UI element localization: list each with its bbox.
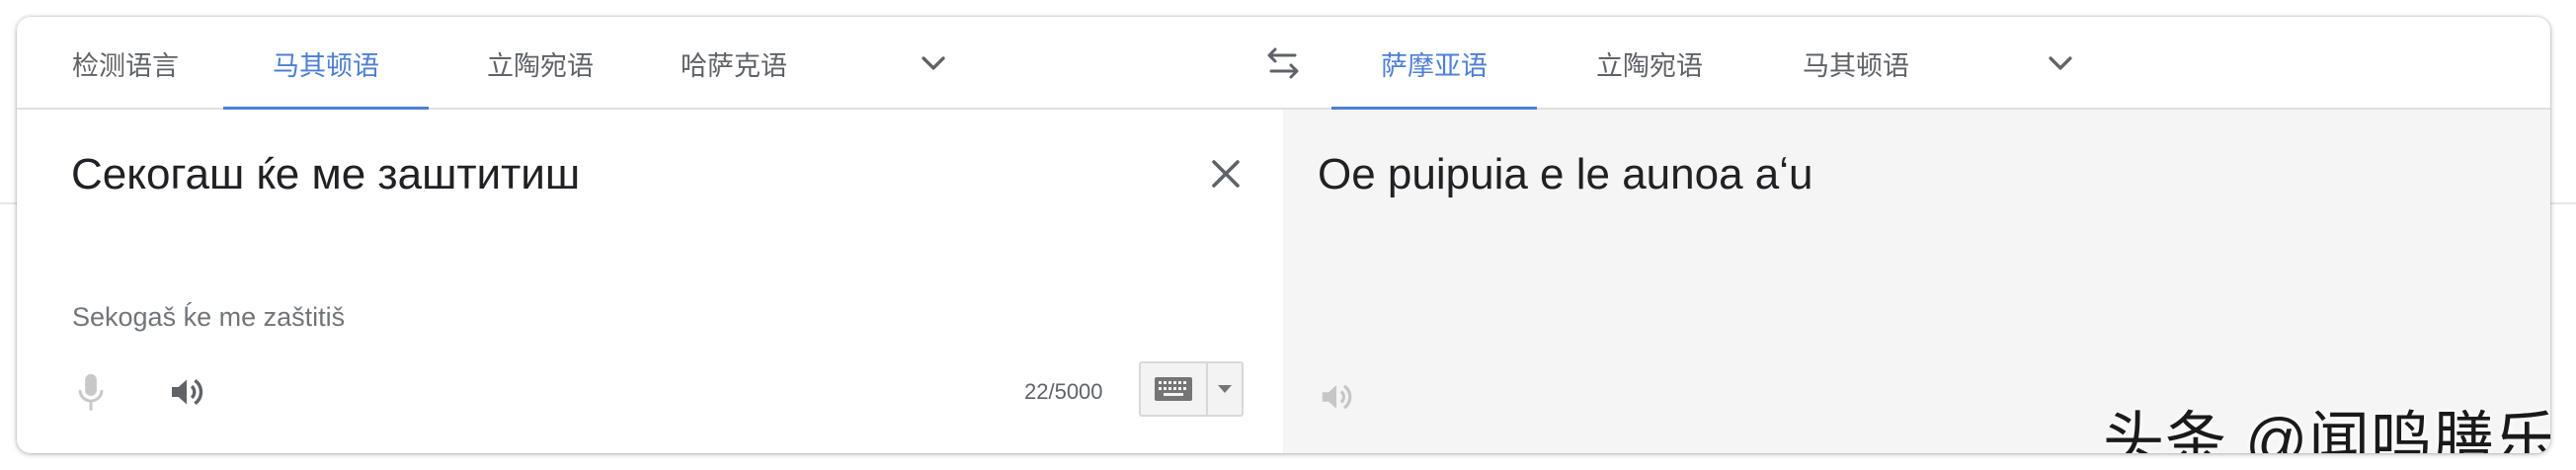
dropdown-arrow-icon — [1218, 385, 1232, 393]
watermark: 头条 @闻鸣膳乐 — [2103, 407, 2550, 453]
speaker-icon[interactable] — [165, 372, 208, 412]
microphone-icon — [78, 373, 104, 411]
close-icon[interactable] — [1208, 156, 1244, 192]
tab-target-lithuanian[interactable]: 立陶宛语 — [1561, 17, 1738, 110]
keyboard-icon-wrap — [1141, 363, 1208, 415]
source-transliteration: Sekogaš ḱe me zaštitiš — [72, 302, 346, 332]
keyboard-button[interactable] — [1139, 361, 1244, 417]
keyboard-icon — [1155, 377, 1192, 401]
source-pane: Секогаш ќе ме заштитиш Sekogaš ḱe me zaš… — [17, 110, 1283, 453]
tab-source-lithuanian[interactable]: 立陶宛语 — [451, 17, 629, 110]
tab-source-kazakh[interactable]: 哈萨克语 — [645, 17, 823, 110]
language-tab-bar: 检测语言 马其顿语 立陶宛语 哈萨克语 萨摩亚语 立陶宛语 马其顿语 — [17, 17, 2550, 112]
translate-card: 检测语言 马其顿语 立陶宛语 哈萨克语 萨摩亚语 立陶宛语 马其顿语 Секог… — [17, 17, 2550, 453]
translation-output: Oe puipuia e le aunoa aʻu — [1318, 150, 1813, 198]
tab-target-samoan[interactable]: 萨摩亚语 — [1331, 17, 1537, 112]
tab-source-macedonian[interactable]: 马其顿语 — [223, 17, 429, 112]
speaker-icon[interactable] — [1317, 378, 1356, 416]
swap-languages-icon[interactable] — [1261, 43, 1305, 83]
source-text-input[interactable]: Секогаш ќе ме заштитиш — [71, 149, 1207, 201]
tab-detect-language[interactable]: 检测语言 — [46, 17, 204, 110]
chevron-down-icon[interactable] — [2044, 46, 2077, 80]
character-count: 22/5000 — [1024, 379, 1103, 404]
chevron-down-icon[interactable] — [917, 46, 950, 80]
keyboard-dropdown[interactable] — [1208, 363, 1242, 415]
tab-target-macedonian[interactable]: 马其顿语 — [1767, 17, 1945, 110]
